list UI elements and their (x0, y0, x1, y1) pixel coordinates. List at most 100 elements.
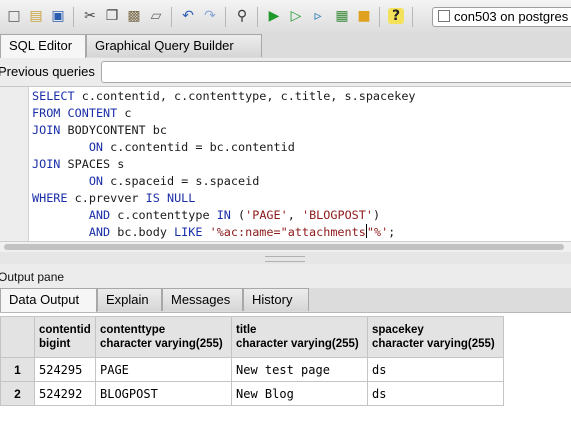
sql-code[interactable]: SELECT c.contentid, c.contenttype, c.tit… (32, 88, 416, 241)
column-type: character varying(255) (236, 338, 359, 350)
code-line[interactable]: ON c.contentid = bc.contentid (32, 139, 416, 156)
toolbar-separator (171, 7, 172, 27)
find-icon[interactable]: ⚲ (234, 8, 250, 24)
toolbar-separator (412, 7, 413, 27)
sql-text: SPACES s (60, 157, 125, 171)
scrollbar-thumb[interactable] (4, 244, 564, 250)
tab-label: Graphical Query Builder (95, 38, 234, 53)
cell-spacekey[interactable]: ds (367, 381, 504, 406)
sql-string: "%' (366, 225, 389, 239)
stop-icon[interactable]: ■ (356, 8, 372, 24)
column-name: contenttype (100, 324, 166, 336)
execute-icon[interactable]: ▶ (266, 8, 282, 24)
execute-to-file-icon[interactable]: ▹ (310, 8, 326, 24)
sql-keyword: AND (88, 225, 111, 239)
table-row[interactable]: 2 524292 BLOGPOST New Blog ds (0, 381, 504, 406)
code-line[interactable]: WHERE c.prevver IS NULL (32, 190, 416, 207)
explain-analyze-icon[interactable]: ▦ (334, 8, 350, 24)
redo-icon[interactable]: ↷ (202, 8, 218, 24)
column-name: spacekey (372, 324, 424, 336)
sql-text: c.prevver (67, 191, 146, 205)
sql-text: c.contentid, c.contenttype, c.title, s.s… (74, 89, 416, 103)
cell-title[interactable]: New Blog (231, 381, 368, 406)
tab-history[interactable]: History (243, 288, 309, 311)
column-header-contenttype[interactable]: contenttype character varying(255) (95, 316, 232, 358)
explain-icon[interactable]: ▷ (288, 8, 304, 24)
undo-icon[interactable]: ↶ (180, 8, 196, 24)
table-row[interactable]: 1 524295 PAGE New test page ds (0, 357, 504, 382)
cell-contentid[interactable]: 524292 (34, 381, 96, 406)
sql-string: '%ac:name="attachments (209, 225, 366, 239)
cell-contenttype[interactable]: PAGE (95, 357, 232, 382)
grid-corner[interactable] (0, 316, 35, 358)
grid-header-row: contentid bigint contenttype character v… (0, 316, 504, 358)
sql-string: 'BLOGPOST' (301, 208, 373, 222)
sql-text: ) (373, 208, 381, 222)
sql-keyword: CONTENT (67, 106, 118, 120)
code-line[interactable]: FROM CONTENT c (32, 105, 416, 122)
column-header-title[interactable]: title character varying(255) (231, 316, 368, 358)
sql-text: , (287, 208, 302, 222)
previous-queries-combo[interactable] (101, 61, 571, 83)
paste-icon[interactable]: ▩ (126, 8, 142, 24)
tab-sql-editor[interactable]: SQL Editor (0, 34, 86, 58)
sql-keyword: SELECT (32, 89, 75, 103)
sql-keyword: FROM (32, 106, 61, 120)
cell-contenttype[interactable]: BLOGPOST (95, 381, 232, 406)
sql-text: ( (230, 208, 246, 222)
code-line[interactable]: ON c.spaceid = s.spaceid (32, 173, 416, 190)
tab-data-output[interactable]: Data Output (0, 288, 97, 312)
copy-icon[interactable]: ❐ (104, 8, 120, 24)
connection-checkbox[interactable] (438, 10, 450, 22)
sql-keyword: JOIN (32, 157, 61, 171)
open-folder-icon[interactable]: ▤ (28, 8, 44, 24)
new-file-icon[interactable]: □ (6, 8, 22, 24)
cell-spacekey[interactable]: ds (367, 357, 504, 382)
column-type: character varying(255) (372, 338, 495, 350)
tab-explain[interactable]: Explain (97, 288, 162, 311)
tab-label: Data Output (9, 292, 80, 307)
column-header-spacekey[interactable]: spacekey character varying(255) (367, 316, 504, 358)
code-line[interactable]: SELECT c.contentid, c.contenttype, c.tit… (32, 88, 416, 105)
tab-label: Explain (106, 292, 149, 307)
sql-editor[interactable]: SELECT c.contentid, c.contenttype, c.tit… (0, 86, 571, 242)
column-header-contentid[interactable]: contentid bigint (34, 316, 96, 358)
sql-keyword: JOIN (32, 123, 61, 137)
code-line[interactable]: AND bc.body LIKE '%ac:name="attachments"… (32, 224, 416, 241)
cell-contentid[interactable]: 524295 (34, 357, 96, 382)
help-icon[interactable]: ? (388, 8, 404, 24)
row-number[interactable]: 2 (0, 381, 35, 406)
sql-text: c (117, 106, 132, 120)
tab-label: History (252, 292, 293, 307)
sql-keyword: ON (88, 174, 104, 188)
sql-text: c.spaceid = s.spaceid (103, 174, 260, 188)
toolbar-separator (257, 7, 258, 27)
connection-selector[interactable]: con503 on postgres (432, 7, 571, 27)
sql-text: bc.body (110, 225, 175, 239)
tab-messages[interactable]: Messages (162, 288, 243, 311)
toolbar-separator (379, 7, 380, 27)
column-name: contentid (39, 324, 91, 336)
code-line[interactable]: AND c.contenttype IN ('PAGE', 'BLOGPOST'… (32, 207, 416, 224)
column-type: bigint (39, 338, 71, 350)
code-line[interactable]: JOIN BODYCONTENT bc (32, 122, 416, 139)
sql-keyword: ON (88, 140, 104, 154)
result-grid: contentid bigint contenttype character v… (0, 316, 504, 406)
editor-gutter (0, 87, 29, 242)
tab-graphical-query-builder[interactable]: Graphical Query Builder (86, 34, 262, 57)
row-number[interactable]: 1 (0, 357, 35, 382)
pane-splitter[interactable] (0, 252, 571, 264)
splitter-grip[interactable] (265, 256, 305, 262)
tab-label: SQL Editor (9, 38, 73, 53)
cut-icon[interactable]: ✂ (82, 8, 98, 24)
code-line[interactable]: JOIN SPACES s (32, 156, 416, 173)
sql-keyword: AND (88, 208, 111, 222)
save-icon[interactable]: ▣ (50, 8, 66, 24)
cell-title[interactable]: New test page (231, 357, 368, 382)
clear-icon[interactable]: ▱ (148, 8, 164, 24)
output-tabbar: Data Output Explain Messages History (0, 288, 571, 312)
